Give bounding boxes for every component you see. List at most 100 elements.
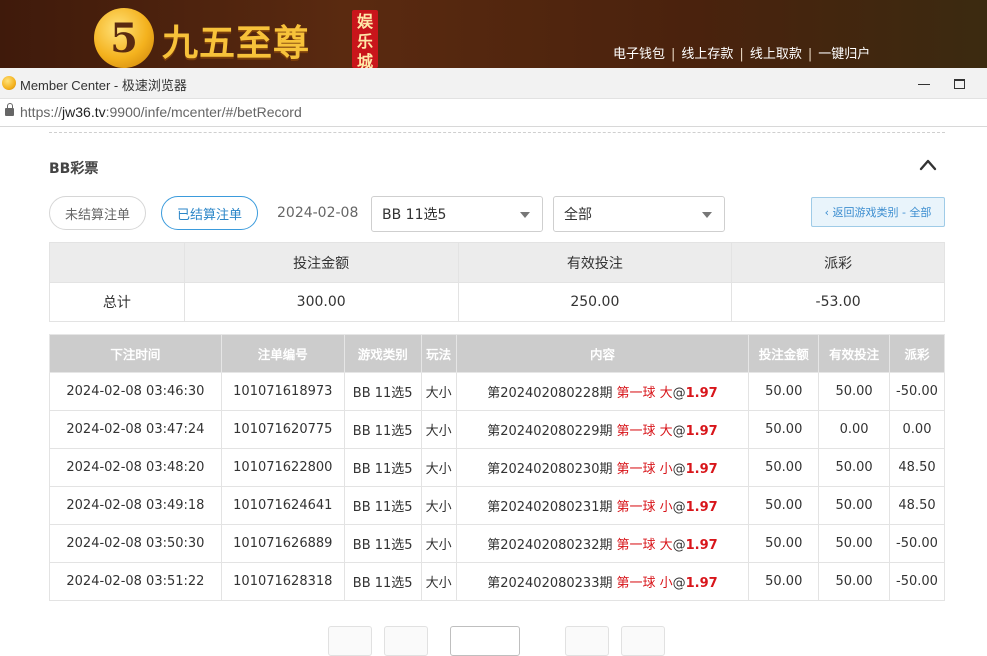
summary-row-label: 总计	[49, 282, 185, 322]
bet-valid: 50.00	[818, 486, 890, 525]
next-page-button[interactable]	[565, 626, 609, 656]
window-title: Member Center - 极速浏览器	[20, 78, 187, 93]
settled-bets-button[interactable]: 已结算注单	[161, 196, 258, 230]
bet-id: 101071620775	[220, 410, 345, 449]
date-picker[interactable]: 2024-02-08	[277, 205, 358, 221]
bet-time: 2024-02-08 03:50:30	[49, 524, 222, 563]
table-row: 2024-02-08 03:47:24 101071620775 BB 11选5 大小…	[49, 410, 945, 449]
bet-game: BB 11选5	[343, 486, 422, 525]
type-select-value: 全部	[564, 207, 592, 223]
nav-wallet-link[interactable]: 电子钱包	[613, 47, 665, 62]
bet-game: BB 11选5	[343, 524, 422, 563]
back-to-category-button[interactable]: ‹ 返回游戏类别 - 全部	[811, 197, 945, 227]
bet-id: 101071626889	[220, 524, 345, 563]
bet-content: 第202402080233期 第一球 小@1.97	[455, 562, 750, 601]
table-row: 2024-02-08 03:48:20 101071622800 BB 11选5 大小…	[49, 448, 945, 487]
summary-payout: -53.00	[731, 282, 945, 322]
bet-id: 101071628318	[220, 562, 345, 601]
bet-at: @	[672, 424, 686, 439]
bet-play: 大小	[420, 562, 457, 601]
bet-period: 第202402080230期	[487, 462, 613, 477]
section-title: BB彩票	[49, 161, 99, 177]
bet-play: 大小	[420, 410, 457, 449]
col-header-payout: 派彩	[889, 334, 945, 373]
summary-amount: 300.00	[183, 282, 459, 322]
bet-game: BB 11选5	[343, 562, 422, 601]
bet-pick: 第一球 大	[616, 386, 673, 401]
bet-amount: 50.00	[748, 372, 820, 411]
logo-text: 九五至尊	[162, 22, 311, 64]
bet-odds: 1.97	[685, 424, 718, 439]
summary-table: 投注金额 有效投注 派彩 总计 300.00 250.00 -53.00	[49, 242, 945, 322]
chevron-down-icon	[702, 212, 712, 218]
bet-game: BB 11选5	[343, 372, 422, 411]
logo-char: 5	[110, 14, 138, 62]
minimize-icon[interactable]	[918, 84, 930, 85]
nav-deposit-link[interactable]: 线上存款	[681, 47, 733, 62]
bet-content: 第202402080230期 第一球 小@1.97	[455, 448, 750, 487]
col-header-content: 内容	[455, 334, 750, 373]
bet-id: 101071624641	[220, 486, 345, 525]
bet-payout: -50.00	[889, 524, 945, 563]
bet-payout: 48.50	[889, 448, 945, 487]
bet-records-table: 下注时间 注单编号 游戏类别 玩法 内容 投注金额 有效投注 派彩 2024-0…	[49, 334, 945, 601]
bet-period: 第202402080228期	[487, 386, 613, 401]
bet-id: 101071618973	[220, 372, 345, 411]
bet-valid: 0.00	[818, 410, 890, 449]
bet-game: BB 11选5	[343, 410, 422, 449]
bet-at: @	[672, 462, 686, 477]
nav-separator: |	[739, 47, 744, 62]
unsettled-bets-button[interactable]: 未结算注单	[49, 196, 146, 230]
nav-separator: |	[671, 47, 676, 62]
page-input[interactable]	[450, 626, 520, 656]
logo-icon: 5	[94, 8, 154, 68]
bet-content: 第202402080228期 第一球 大@1.97	[455, 372, 750, 411]
bet-period: 第202402080233期	[487, 576, 613, 591]
bet-time: 2024-02-08 03:51:22	[49, 562, 222, 601]
type-select[interactable]: 全部	[553, 196, 725, 232]
bet-pick: 第一球 小	[616, 462, 673, 477]
summary-valid: 250.00	[457, 282, 733, 322]
col-header-amount: 投注金额	[748, 334, 820, 373]
chevron-up-icon[interactable]	[919, 158, 937, 172]
bet-play: 大小	[420, 524, 457, 563]
top-nav: 电子钱包 | 线上存款 | 线上取款 | 一键归户	[613, 43, 870, 62]
bet-payout: 48.50	[889, 486, 945, 525]
bet-valid: 50.00	[818, 562, 890, 601]
prev-page-button[interactable]	[384, 626, 428, 656]
bet-id: 101071622800	[220, 448, 345, 487]
table-row: 2024-02-08 03:51:22 101071628318 BB 11选5 大小…	[49, 562, 945, 601]
bet-play: 大小	[420, 486, 457, 525]
divider	[49, 132, 945, 133]
logo-tag: 娱乐城	[352, 10, 378, 68]
bet-amount: 50.00	[748, 410, 820, 449]
col-header-play: 玩法	[420, 334, 457, 373]
game-select[interactable]: BB 11选5	[371, 196, 543, 232]
bet-odds: 1.97	[685, 538, 718, 553]
maximize-icon[interactable]	[954, 79, 965, 89]
site-banner: 5 九五至尊 娱乐城 电子钱包 | 线上存款 | 线上取款 | 一键归户	[0, 0, 987, 68]
url-host: jw36.tv	[62, 104, 106, 120]
bet-game: BB 11选5	[343, 448, 422, 487]
last-page-button[interactable]	[621, 626, 665, 656]
first-page-button[interactable]	[328, 626, 372, 656]
nav-consolidate-link[interactable]: 一键归户	[818, 47, 870, 62]
lock-icon	[5, 103, 14, 116]
url-text[interactable]: https://jw36.tv:9900/infe/mcenter/#/betR…	[20, 104, 302, 120]
bet-at: @	[672, 576, 686, 591]
chevron-down-icon	[520, 212, 530, 218]
nav-withdraw-link[interactable]: 线上取款	[750, 47, 802, 62]
bet-time: 2024-02-08 03:47:24	[49, 410, 222, 449]
col-header-id: 注单编号	[220, 334, 345, 373]
game-select-value: BB 11选5	[382, 207, 447, 223]
bet-at: @	[672, 538, 686, 553]
col-header-time: 下注时间	[49, 334, 222, 373]
bet-payout: 0.00	[889, 410, 945, 449]
bet-pick: 第一球 大	[616, 424, 673, 439]
col-header-game: 游戏类别	[343, 334, 422, 373]
bet-period: 第202402080231期	[487, 500, 613, 515]
bet-valid: 50.00	[818, 448, 890, 487]
bet-valid: 50.00	[818, 372, 890, 411]
bet-at: @	[672, 500, 686, 515]
bet-time: 2024-02-08 03:46:30	[49, 372, 222, 411]
